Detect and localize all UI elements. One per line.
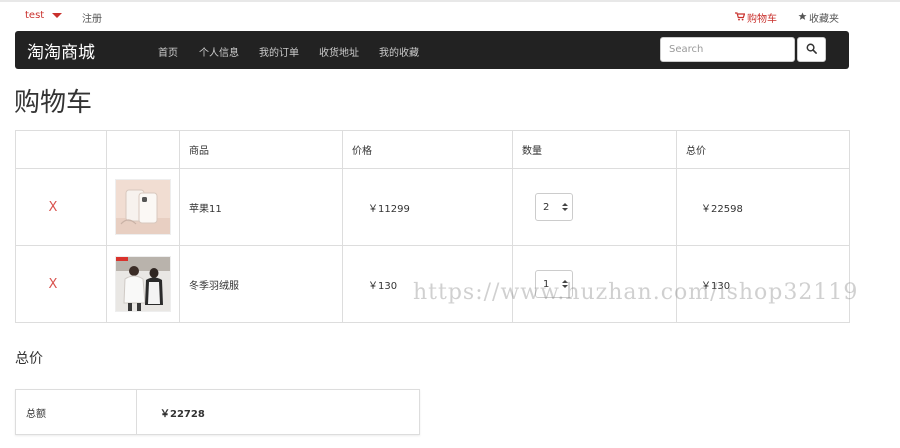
nav-item-addresses[interactable]: 收货地址 bbox=[319, 44, 359, 59]
column-header-price: 价格 bbox=[342, 130, 513, 169]
summary-total-value: ￥22728 bbox=[136, 389, 420, 435]
cart-header-row: 商品 价格 数量 总价 bbox=[15, 130, 850, 169]
row-total: ￥130 bbox=[676, 245, 850, 323]
cart-icon bbox=[735, 11, 746, 24]
product-name[interactable]: 苹果11 bbox=[179, 168, 343, 246]
remove-item-button[interactable]: X bbox=[16, 277, 106, 292]
search-input[interactable] bbox=[660, 37, 795, 62]
cart-link[interactable]: 购物车 bbox=[735, 10, 777, 25]
quantity-value: 2 bbox=[543, 201, 550, 213]
quantity-stepper[interactable]: 2 bbox=[535, 193, 573, 221]
register-link[interactable]: 注册 bbox=[82, 10, 102, 25]
table-row: X 冬季羽绒服 ￥130 1 ￥130 bbox=[15, 245, 850, 323]
quantity-value: 1 bbox=[543, 278, 550, 290]
user-dropdown[interactable]: test bbox=[25, 10, 63, 21]
page-title: 购物车 bbox=[14, 88, 93, 118]
phone-product-image[interactable] bbox=[115, 179, 171, 235]
star-icon bbox=[798, 11, 807, 24]
search-icon bbox=[806, 43, 817, 57]
spinner-arrows-icon[interactable] bbox=[562, 203, 568, 211]
favorites-link[interactable]: 收藏夹 bbox=[798, 10, 839, 25]
row-total: ￥22598 bbox=[676, 168, 850, 246]
summary-label: 总额 bbox=[15, 389, 137, 435]
search-button[interactable] bbox=[797, 37, 826, 62]
product-price: ￥11299 bbox=[342, 168, 513, 246]
summary-title: 总价 bbox=[15, 351, 43, 367]
username-label: test bbox=[25, 10, 45, 21]
caret-down-icon bbox=[52, 13, 63, 18]
summary-table: 总额 ￥22728 bbox=[15, 389, 420, 435]
down-jacket-product-image[interactable] bbox=[115, 256, 171, 312]
nav-item-home[interactable]: 首页 bbox=[158, 44, 178, 59]
brand-logo[interactable]: 淘淘商城 bbox=[27, 38, 95, 63]
cart-link-label: 购物车 bbox=[747, 14, 777, 25]
table-row: X 苹果11 ￥11299 2 ￥22598 bbox=[15, 168, 850, 246]
column-header-total: 总价 bbox=[676, 130, 850, 169]
cart-table: 商品 价格 数量 总价 X 苹果11 ￥11299 2 ￥22598 X 冬季羽… bbox=[15, 130, 850, 323]
nav-item-profile[interactable]: 个人信息 bbox=[199, 44, 239, 59]
column-header-quantity: 数量 bbox=[512, 130, 677, 169]
remove-item-button[interactable]: X bbox=[16, 200, 106, 215]
product-name[interactable]: 冬季羽绒服 bbox=[179, 245, 343, 323]
main-navbar: 淘淘商城 首页 个人信息 我的订单 收货地址 我的收藏 bbox=[15, 31, 849, 69]
quantity-stepper[interactable]: 1 bbox=[535, 270, 573, 298]
nav-item-orders[interactable]: 我的订单 bbox=[259, 44, 299, 59]
summary-row: 总额 ￥22728 bbox=[15, 389, 420, 435]
product-price: ￥130 bbox=[342, 245, 513, 323]
column-header bbox=[15, 130, 107, 169]
top-utility-bar: test 注册 购物车 收藏夹 bbox=[0, 2, 900, 30]
column-header bbox=[106, 130, 180, 169]
spinner-arrows-icon[interactable] bbox=[562, 280, 568, 288]
nav-item-favorites[interactable]: 我的收藏 bbox=[379, 44, 419, 59]
favorites-link-label: 收藏夹 bbox=[809, 14, 839, 25]
column-header-product: 商品 bbox=[179, 130, 343, 169]
